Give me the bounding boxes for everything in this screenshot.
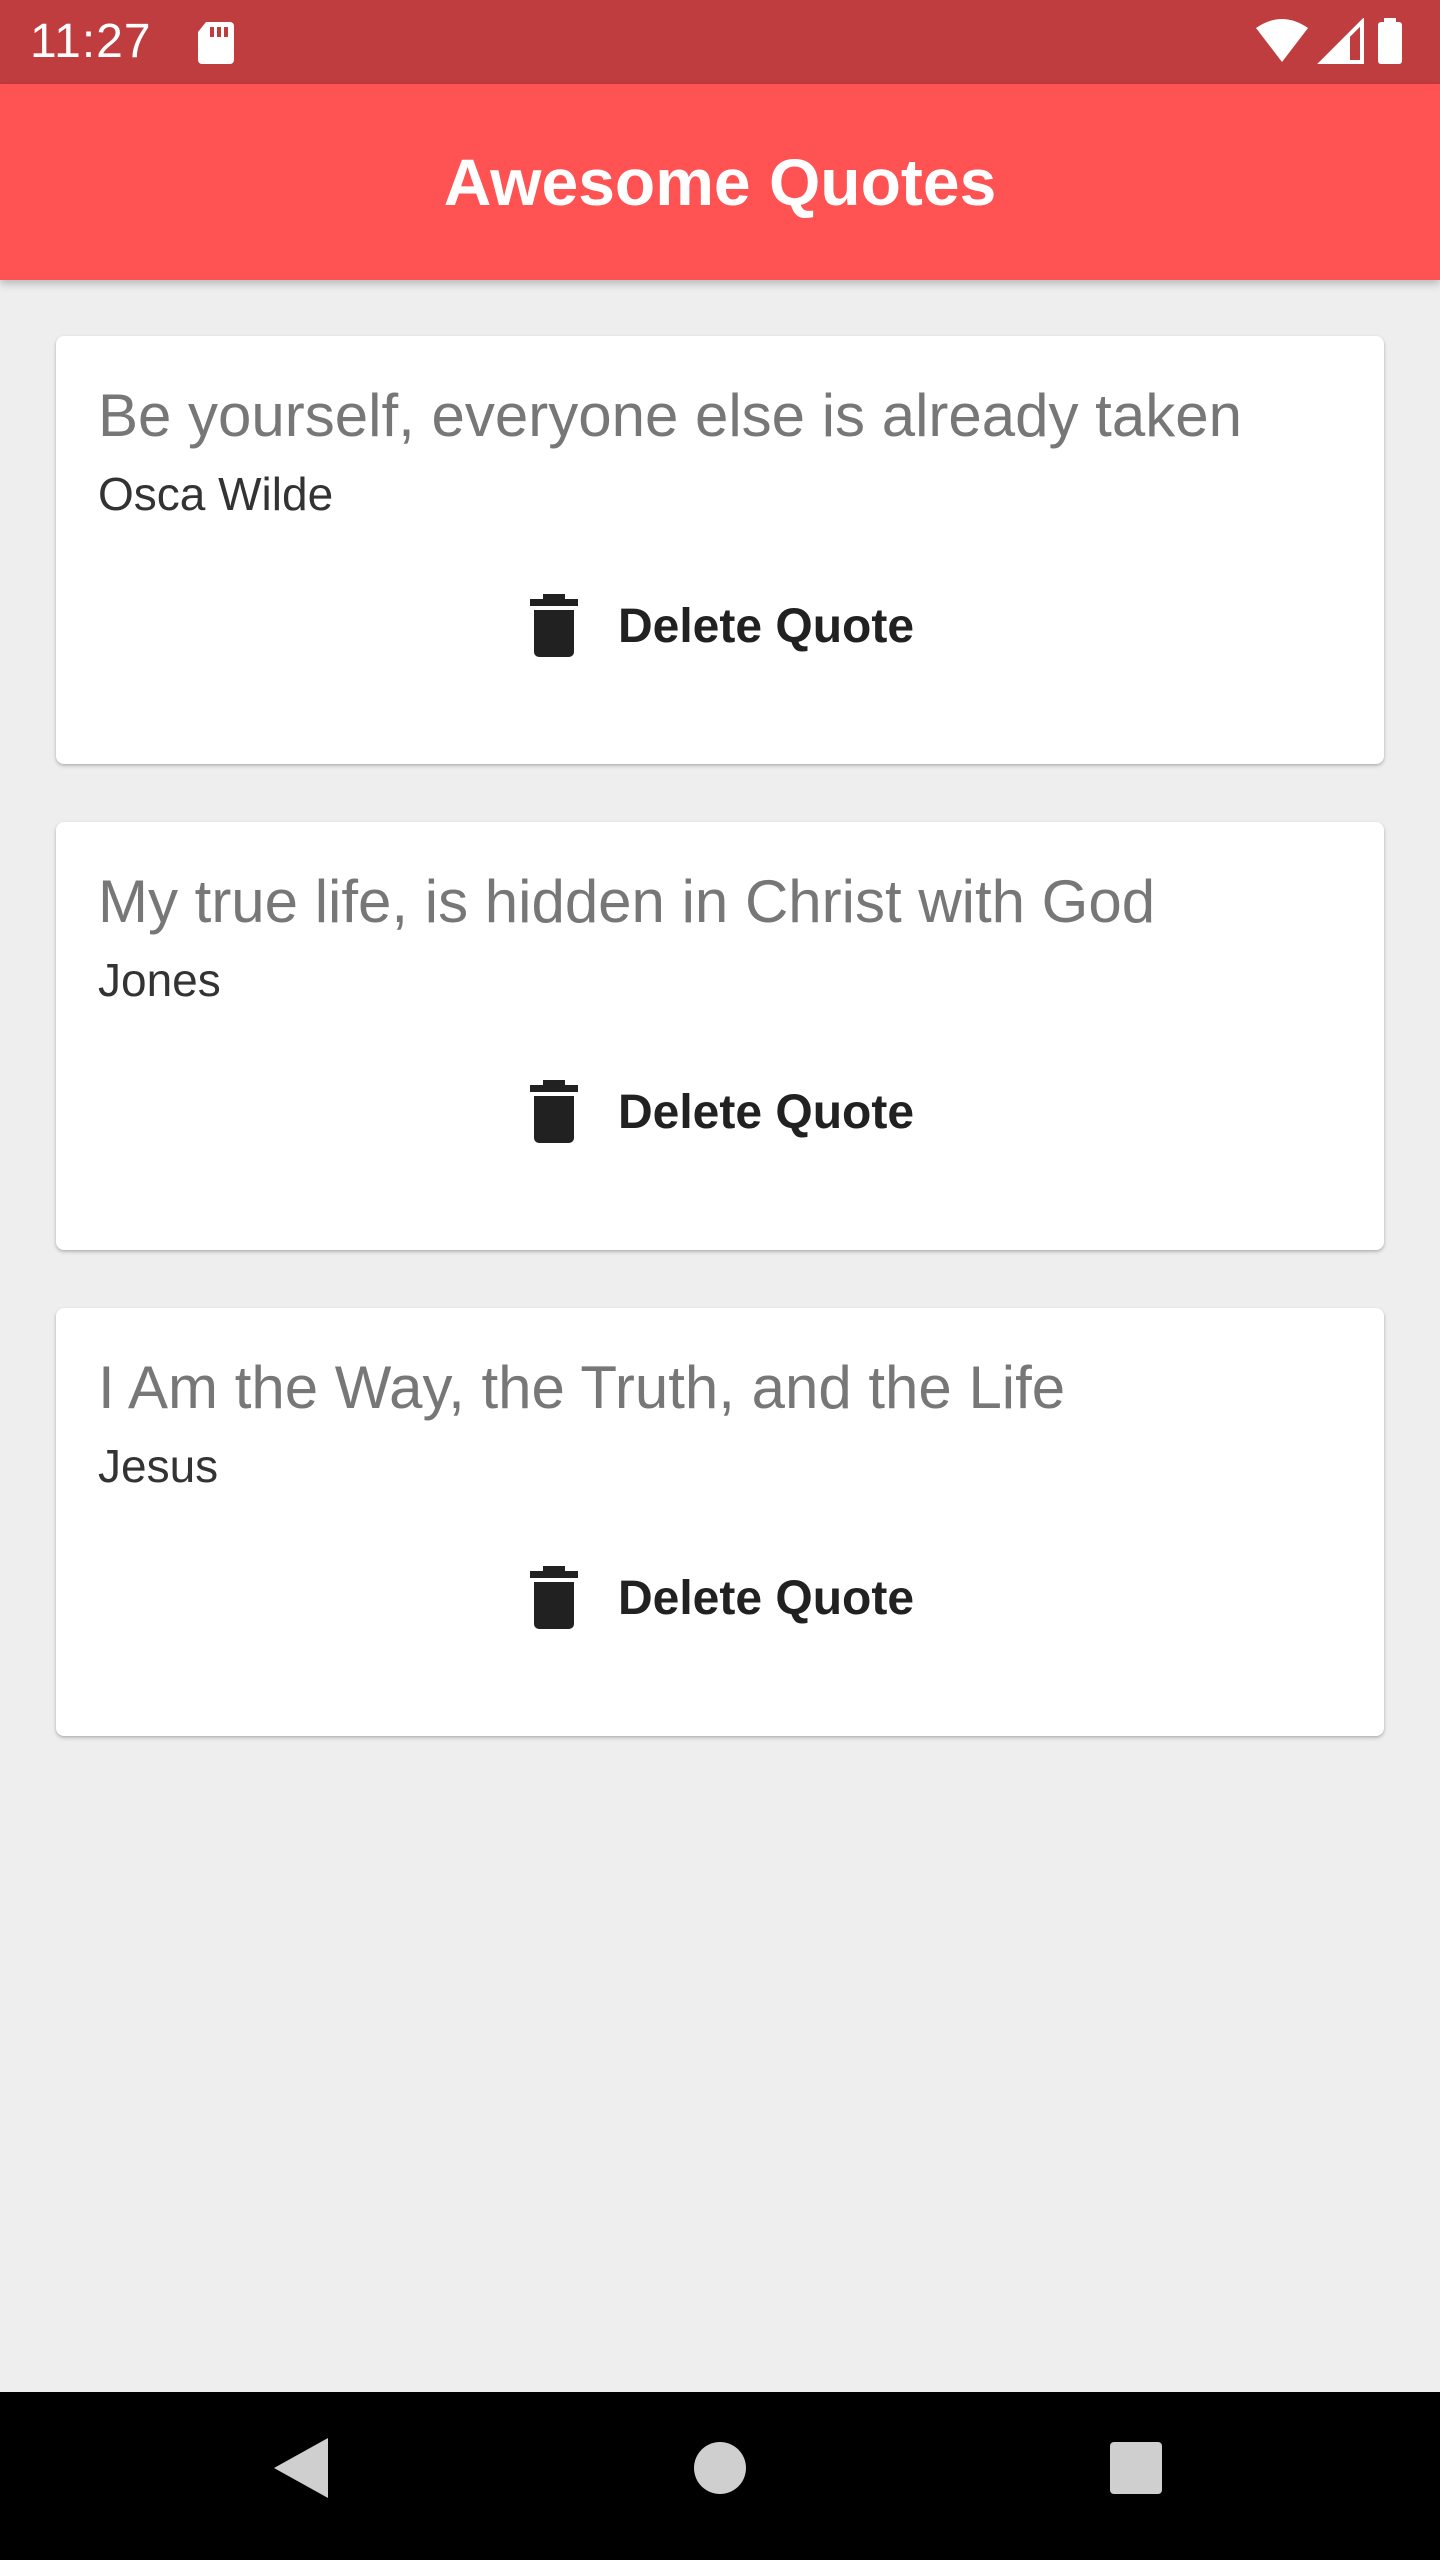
delete-quote-button[interactable]: Delete Quote [520, 580, 920, 672]
quote-card: My true life, is hidden in Christ with G… [56, 822, 1384, 1250]
status-bar: 11:27 [0, 0, 1440, 84]
delete-quote-label: Delete Quote [617, 599, 915, 653]
cell-signal-icon [1317, 17, 1364, 64]
delete-quote-label: Delete Quote [617, 1571, 915, 1625]
navigation-bar [0, 2392, 1440, 2560]
delete-quote-button[interactable]: Delete Quote [520, 1066, 920, 1158]
quote-card: Be yourself, everyone else is already ta… [56, 336, 1384, 764]
home-icon[interactable] [692, 2436, 748, 2500]
back-icon[interactable] [272, 2436, 330, 2500]
trash-icon [529, 594, 578, 657]
quote-list: Be yourself, everyone else is already ta… [0, 280, 1440, 2392]
app-title: Awesome Quotes [443, 145, 997, 219]
trash-icon [529, 1566, 578, 1629]
quote-text: I Am the Way, the Truth, and the Life [98, 1354, 1066, 1421]
status-time: 11:27 [30, 15, 152, 68]
quote-text: Be yourself, everyone else is already ta… [98, 382, 1242, 449]
wifi-icon [1256, 19, 1308, 62]
delete-quote-button[interactable]: Delete Quote [520, 1552, 920, 1644]
quote-author: Jesus [98, 1440, 219, 1492]
app-bar: Awesome Quotes [0, 84, 1440, 280]
delete-quote-label: Delete Quote [617, 1085, 915, 1139]
trash-icon [529, 1080, 578, 1143]
recents-icon[interactable] [1108, 2436, 1164, 2500]
status-icons [1256, 17, 1416, 71]
quote-author: Osca Wilde [98, 468, 334, 520]
quote-author: Jones [98, 954, 221, 1006]
quote-text: My true life, is hidden in Christ with G… [98, 868, 1156, 935]
quote-card: I Am the Way, the Truth, and the Life Je… [56, 1308, 1384, 1736]
sd-card-icon [198, 22, 234, 64]
battery-icon [1378, 18, 1402, 64]
